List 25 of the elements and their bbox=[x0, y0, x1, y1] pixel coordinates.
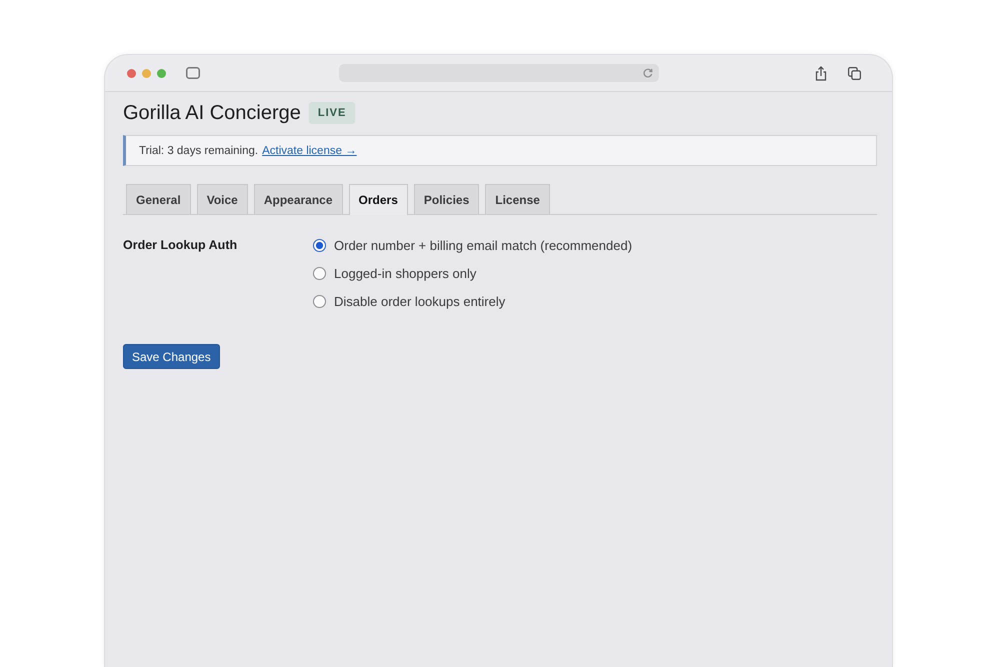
radio-option-label[interactable]: Disable order lookups entirely bbox=[334, 294, 506, 308]
radio-option-label[interactable]: Order number + billing email match (recommended) bbox=[334, 238, 632, 252]
radio-button[interactable] bbox=[313, 238, 326, 252]
share-icon[interactable] bbox=[815, 66, 827, 80]
overlapping-squares-icon[interactable] bbox=[848, 66, 861, 80]
zoom-icon[interactable] bbox=[157, 68, 166, 78]
status-badge: LIVE bbox=[308, 102, 356, 124]
tab[interactable]: Appearance bbox=[254, 184, 343, 214]
radio-button[interactable] bbox=[313, 294, 326, 308]
page-title: Gorilla AI Concierge bbox=[123, 101, 301, 125]
tab[interactable]: License bbox=[485, 184, 550, 214]
tab[interactable]: Orders bbox=[348, 184, 408, 215]
tab[interactable]: General bbox=[126, 184, 191, 214]
close-icon[interactable] bbox=[127, 68, 136, 78]
setting-label: Order Lookup Auth bbox=[123, 237, 238, 254]
reload-icon[interactable] bbox=[642, 68, 652, 78]
tab[interactable]: Voice bbox=[196, 184, 248, 214]
notice-text: Trial: 3 days remaining. bbox=[139, 144, 258, 156]
tab[interactable]: Policies bbox=[414, 184, 480, 214]
activate-license-link[interactable]: Activate license → bbox=[262, 144, 357, 156]
minimize-icon[interactable] bbox=[142, 68, 151, 78]
save-button[interactable]: Save Changes bbox=[123, 344, 220, 369]
radio-option-label[interactable]: Logged-in shoppers only bbox=[334, 266, 476, 280]
radio-button[interactable] bbox=[313, 266, 326, 280]
sidebar-icon[interactable] bbox=[186, 67, 200, 79]
